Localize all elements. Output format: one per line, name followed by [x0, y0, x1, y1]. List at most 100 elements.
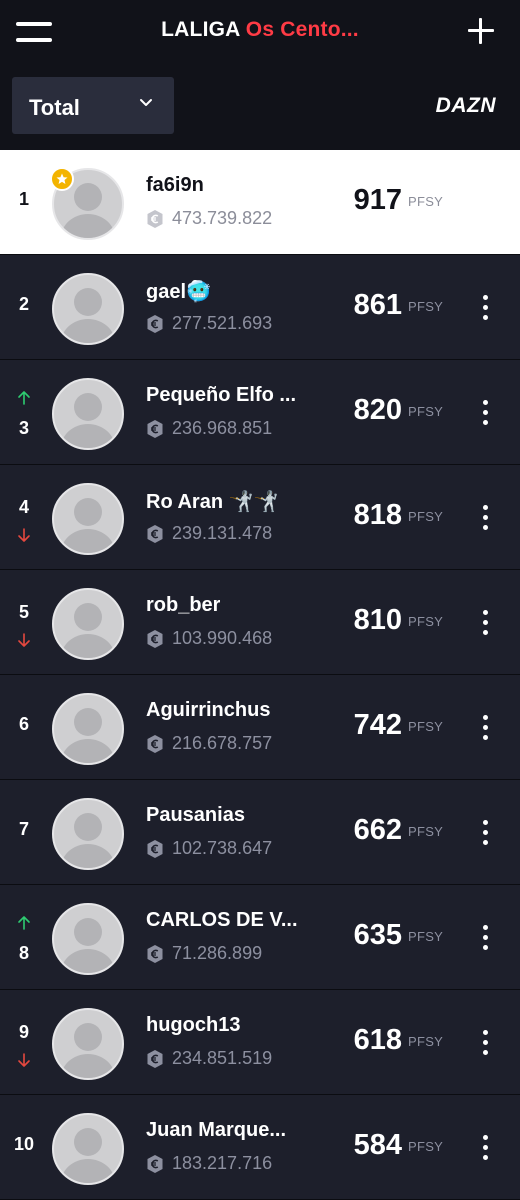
euro-coin-icon — [147, 1154, 163, 1173]
euro-coin-icon — [147, 314, 163, 333]
standings-row[interactable]: 4 Ro Aran 🤺🤺 239.131.478 818 PFSY — [0, 465, 520, 570]
arrow-down-icon — [18, 528, 30, 542]
points-value: 810 — [353, 604, 402, 636]
more-vertical-icon[interactable] — [478, 925, 494, 951]
points-unit: PFSY — [408, 929, 444, 944]
top-app-bar: LALIGA Os Cento... — [0, 0, 520, 65]
more-vertical-icon[interactable] — [478, 1135, 494, 1161]
standings-row[interactable]: 8 CARLOS DE V... 71.286.899 635 PFSY — [0, 885, 520, 990]
filter-selected-value: Total — [29, 95, 80, 120]
standings-row[interactable]: 7 Pausanias 102.738.647 662 PFSY — [0, 780, 520, 885]
more-vertical-icon[interactable] — [478, 295, 494, 321]
points-unit: PFSY — [408, 509, 444, 524]
more-vertical-icon[interactable] — [478, 1030, 494, 1056]
points-unit: PFSY — [408, 404, 444, 419]
player-name: Pequeño Elfo ... — [146, 384, 297, 406]
more-vertical-icon[interactable] — [478, 505, 494, 531]
points-unit: PFSY — [408, 1139, 444, 1154]
person-silhouette-icon — [61, 603, 115, 658]
points-value: 917 — [353, 184, 402, 216]
player-name: Ro Aran 🤺🤺 — [146, 491, 279, 513]
euro-coin-icon — [147, 419, 163, 438]
arrow-up-icon — [18, 391, 30, 405]
team-value: 234.851.519 — [146, 1048, 272, 1069]
team-value-amount: 239.131.478 — [172, 523, 273, 543]
player-name: Pausanias — [146, 804, 245, 826]
rank-number: 6 — [18, 714, 29, 734]
rank-number: 8 — [18, 943, 29, 963]
team-value-amount: 473.739.822 — [172, 208, 273, 228]
arrow-down-icon — [18, 1053, 30, 1067]
arrow-down-icon — [18, 633, 30, 647]
more-vertical-icon[interactable] — [478, 715, 494, 741]
team-value-amount: 71.286.899 — [172, 943, 263, 963]
avatar[interactable] — [52, 588, 124, 660]
points-value: 820 — [353, 394, 402, 426]
filter-bar: Total DAZN — [0, 65, 520, 150]
title-league-name[interactable]: Os Cento... — [246, 18, 359, 41]
rank-number: 10 — [13, 1134, 35, 1154]
team-value: 239.131.478 — [146, 523, 272, 544]
team-value: 216.678.757 — [146, 733, 272, 754]
plus-icon[interactable] — [466, 16, 496, 46]
points-unit: PFSY — [408, 719, 444, 734]
person-silhouette-icon — [61, 288, 115, 343]
dazn-logo: DAZN — [435, 94, 496, 117]
player-name: rob_ber — [146, 594, 221, 616]
team-value-amount: 234.851.519 — [172, 1048, 273, 1068]
player-name: Juan Marque... — [146, 1119, 287, 1141]
team-value: 183.217.716 — [146, 1153, 272, 1174]
player-name: CARLOS DE V... — [146, 909, 298, 931]
team-value: 277.521.693 — [146, 313, 272, 334]
euro-coin-icon — [147, 524, 163, 543]
standings-row[interactable]: 3 Pequeño Elfo ... 236.968.851 820 PFSY — [0, 360, 520, 465]
standings-row[interactable]: 9 hugoch13 234.851.519 618 PFSY — [0, 990, 520, 1095]
euro-coin-icon — [147, 629, 163, 648]
avatar[interactable] — [52, 798, 124, 870]
person-silhouette-icon — [61, 1023, 115, 1078]
person-silhouette-icon — [61, 918, 115, 973]
standings-filter-dropdown[interactable]: Total — [12, 77, 174, 134]
more-vertical-icon[interactable] — [478, 400, 494, 426]
rank-number: 4 — [18, 497, 29, 517]
person-silhouette-icon — [61, 498, 115, 553]
points-value: 662 — [353, 814, 402, 846]
avatar[interactable] — [52, 378, 124, 450]
avatar[interactable] — [52, 483, 124, 555]
team-value: 102.738.647 — [146, 838, 272, 859]
standings-row[interactable]: 10 Juan Marque... 183.217.716 584 PFSY — [0, 1095, 520, 1200]
team-value-amount: 277.521.693 — [172, 313, 273, 333]
avatar[interactable] — [52, 903, 124, 975]
points-unit: PFSY — [408, 299, 444, 314]
more-vertical-icon[interactable] — [478, 820, 494, 846]
more-vertical-icon[interactable] — [478, 610, 494, 636]
person-silhouette-icon — [61, 813, 115, 868]
points-value: 742 — [353, 709, 402, 741]
avatar[interactable] — [52, 1008, 124, 1080]
standings-row[interactable]: 2 gael🥶 277.521.693 861 PFSY — [0, 255, 520, 360]
points-unit: PFSY — [408, 1034, 444, 1049]
avatar[interactable] — [52, 273, 124, 345]
team-value-amount: 102.738.647 — [172, 838, 273, 858]
person-silhouette-icon — [61, 1128, 115, 1183]
page-title: LALIGA Os Cento... — [0, 18, 520, 42]
euro-coin-icon — [147, 734, 163, 753]
points-unit: PFSY — [408, 824, 444, 839]
standings-row[interactable]: 1 fa6i9n 473.739.822 917 PFSY — [0, 150, 520, 255]
player-name: gael🥶 — [146, 281, 211, 303]
chevron-down-icon — [140, 99, 152, 106]
standings-row[interactable]: 6 Aguirrinchus 216.678.757 742 PFSY — [0, 675, 520, 780]
avatar[interactable] — [52, 1113, 124, 1185]
euro-coin-icon — [147, 1049, 163, 1068]
player-name: fa6i9n — [146, 174, 204, 196]
player-name: Aguirrinchus — [146, 699, 271, 721]
person-silhouette-icon — [61, 708, 115, 763]
avatar[interactable] — [52, 693, 124, 765]
points-value: 618 — [353, 1024, 402, 1056]
team-value: 71.286.899 — [146, 943, 262, 964]
standings-row[interactable]: 5 rob_ber 103.990.468 810 PFSY — [0, 570, 520, 675]
rank-number: 9 — [18, 1022, 29, 1042]
rank-number: 3 — [18, 418, 29, 438]
standings-list: 1 fa6i9n 473.739.822 917 PFSY 2 gael🥶 277 — [0, 150, 520, 1200]
points-value: 861 — [353, 289, 402, 321]
